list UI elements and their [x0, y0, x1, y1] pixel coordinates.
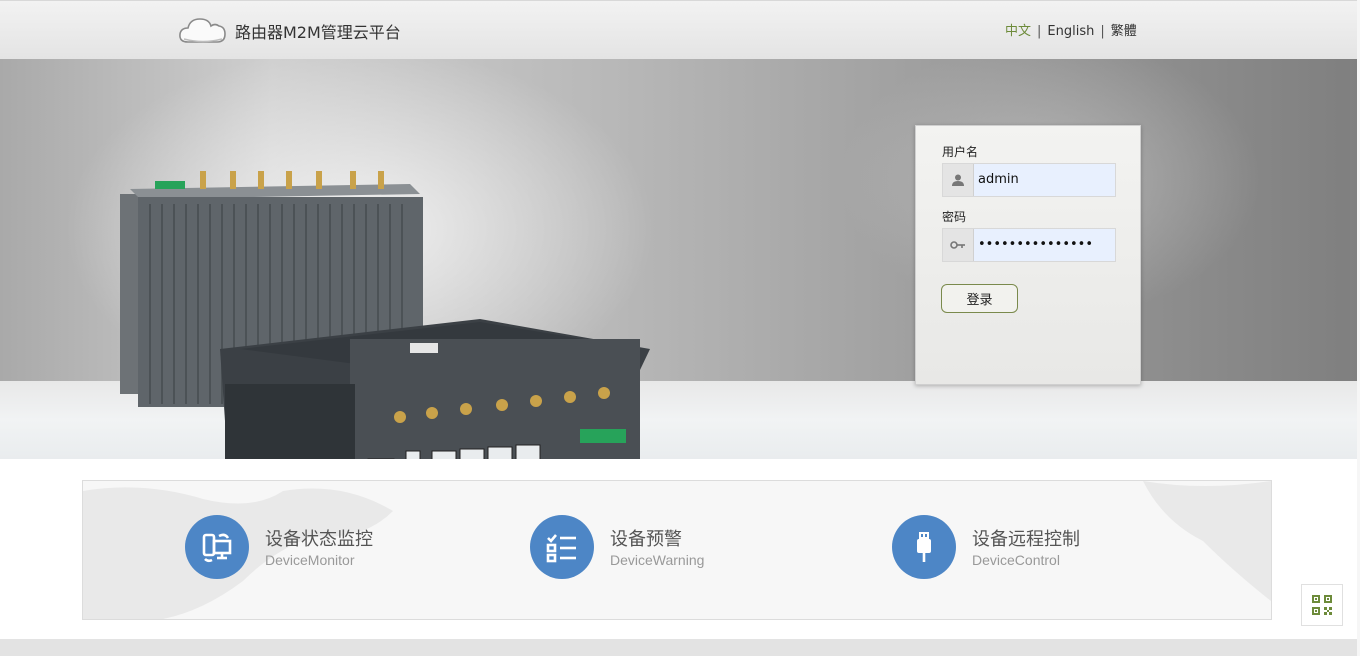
page-title: 路由器M2M管理云平台 — [235, 23, 401, 42]
qr-code-button[interactable] — [1301, 584, 1343, 626]
qr-code-icon — [1312, 595, 1332, 615]
password-input[interactable] — [974, 229, 1118, 259]
password-label: 密码 — [942, 210, 967, 224]
password-field-wrapper — [942, 228, 1118, 262]
feature-title: 设备远程控制 — [972, 529, 1080, 550]
feature-subtitle: DeviceWarning — [610, 552, 705, 568]
username-input[interactable] — [974, 164, 1118, 194]
features-section: 设备状态监控 DeviceMonitor 设备预警 DeviceWarning — [0, 459, 1358, 639]
checklist-icon — [530, 515, 594, 579]
username-label: 用户名 — [942, 145, 979, 159]
features-panel: 设备状态监控 DeviceMonitor 设备预警 DeviceWarning — [82, 480, 1272, 620]
lang-english-link[interactable]: English — [1047, 24, 1094, 39]
usb-icon — [892, 515, 956, 579]
page-header: 路由器M2M管理云平台 中文 | English | 繁體 — [0, 0, 1360, 60]
feature-subtitle: DeviceMonitor — [265, 552, 355, 568]
cloud-logo-icon — [179, 18, 226, 43]
footer-strip — [0, 639, 1358, 656]
feature-title: 设备预警 — [610, 529, 682, 550]
router-product-image — [120, 171, 650, 459]
lang-chinese-traditional-link[interactable]: 繁體 — [1111, 24, 1137, 39]
device-monitor-icon — [185, 515, 249, 579]
user-icon — [943, 164, 974, 196]
hero-banner — [0, 59, 1358, 459]
username-field-wrapper — [942, 163, 1118, 197]
lang-chinese-simplified-link[interactable]: 中文 — [1005, 24, 1031, 39]
feature-subtitle: DeviceControl — [972, 552, 1060, 568]
key-icon — [943, 229, 974, 261]
login-button[interactable]: 登录 — [941, 284, 1018, 313]
feature-title: 设备状态监控 — [265, 529, 373, 550]
language-switcher: 中文 | English | 繁體 — [1005, 24, 1137, 39]
login-panel: 用户名 密码 登录 — [915, 125, 1141, 385]
